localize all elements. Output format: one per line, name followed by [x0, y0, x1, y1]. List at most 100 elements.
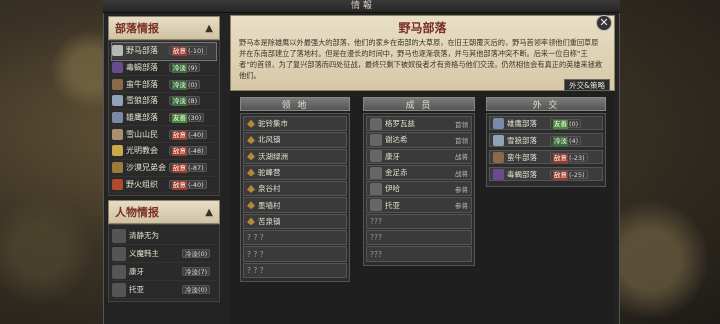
member-role: 战将: [455, 153, 468, 162]
character-list-item[interactable]: 清静无为: [112, 227, 216, 246]
tribe-list-item[interactable]: 野马部落 敌意 (-10): [111, 42, 217, 61]
avatar: [370, 199, 382, 212]
relation-status: 友善: [553, 119, 568, 129]
members-header: 成 员: [363, 97, 475, 111]
tribes-section-header[interactable]: 部落情报 ▲: [108, 16, 220, 40]
avatar: [112, 246, 126, 261]
member-role: 参将: [455, 185, 468, 194]
character-list-item[interactable]: 义魔韩主 冷淡(0): [112, 245, 216, 264]
member-name: ???: [370, 216, 382, 226]
tribe-name: 雪狼部落: [126, 96, 158, 106]
character-list-item[interactable]: 康牙 冷淡(7): [112, 263, 216, 282]
diplomacy-item[interactable]: 雄鹰部落 友善 (0): [489, 116, 603, 130]
territory-item[interactable]: 驼峰营: [243, 164, 347, 181]
character-list: 清静无为 义魔韩主 冷淡(0) 康牙 冷淡(7) 托亚 冷淡(0): [108, 224, 220, 303]
diplomacy-item[interactable]: 蛮牛部落 敌意 (-23): [489, 150, 603, 164]
territory-marker-icon: [247, 152, 255, 161]
member-item[interactable]: 托亚 参将: [366, 197, 472, 213]
chars-section-header[interactable]: 人物情报 ▲: [108, 200, 220, 225]
member-item[interactable]: 金足赤 战将: [366, 164, 472, 181]
relation-status: 冷淡: [172, 97, 187, 107]
member-name: 伊哈: [385, 184, 400, 194]
tribe-list-item[interactable]: 蛮牛部落 冷淡 (0): [112, 76, 216, 94]
tribe-title: 野马部落: [398, 21, 447, 35]
relation-badge: 友善 (0): [550, 118, 582, 129]
territory-item[interactable]: 驼铃集市: [243, 116, 347, 132]
tribe-emblem-icon: [112, 78, 123, 90]
left-panel: 部落情报 ▲ 野马部落 敌意 (-10) 毒蝎部落 冷淡 (9) 蛮牛部落 冷淡 (0) 雪狼部落…: [108, 16, 220, 322]
character-name: 康牙: [129, 267, 144, 277]
tribe-name: 雄鹰部落: [507, 118, 537, 128]
territory-column: 领 地 驼铃集市 北风镇 沃湖绿洲 驼峰营 泉谷村 墨墙村 苦泉镇 ? ? ? ? ? ? ? ?…: [240, 97, 350, 292]
avatar: [370, 182, 382, 195]
close-icon[interactable]: ✕: [596, 15, 612, 31]
member-name: 谢达希: [385, 135, 408, 145]
tribe-emblem-icon: [112, 112, 123, 124]
tribe-name: 雪山山民: [126, 129, 158, 139]
chars-header-label: 人物情报: [115, 206, 159, 220]
tribe-description: 野马本是除雄鹰以外最强大的部落，他们的家乡在南部的大草原，在旧王朝覆灭后的，野马…: [239, 38, 603, 80]
territory-name: 驼峰营: [258, 168, 281, 178]
tribe-emblem-icon: [112, 178, 123, 190]
tribe-list-item[interactable]: 毒蝎部落 冷淡 (9): [112, 60, 216, 77]
diplomacy-item[interactable]: 雪狼部落 冷淡 (4): [489, 133, 603, 147]
tribe-name: 蛮牛部落: [507, 152, 537, 162]
character-name: 义魔韩主: [129, 249, 159, 259]
character-list-item[interactable]: 托亚 冷淡(0): [112, 281, 216, 300]
relation-status: 友善: [172, 114, 187, 124]
tribe-list-item[interactable]: 野火组织 敌意 (-40): [112, 177, 216, 194]
relation-badge: 敌意 (-25): [550, 169, 588, 180]
territory-item[interactable]: 北风镇: [243, 132, 347, 148]
relation-status: 敌意: [172, 164, 187, 174]
member-item[interactable]: 谢达希 首领: [366, 132, 472, 148]
character-name: 托亚: [129, 285, 144, 295]
tribe-list-item[interactable]: 雪狼部落 冷淡 (8): [112, 93, 216, 110]
territory-item[interactable]: ? ? ?: [243, 230, 347, 246]
relation-badge: 冷淡(0): [182, 249, 211, 259]
tribe-emblem-icon: [493, 151, 504, 163]
avatar: [112, 228, 126, 243]
territory-item[interactable]: ? ? ?: [243, 262, 347, 278]
avatar: [370, 117, 382, 130]
member-item[interactable]: 伊哈 参将: [366, 181, 472, 197]
member-item[interactable]: 格罗瓦兹 首领: [366, 116, 472, 132]
tribe-name: 野火组织: [126, 179, 158, 189]
relation-status: 敌意: [172, 130, 187, 140]
territory-marker-icon: [247, 119, 255, 128]
member-role: 战将: [455, 169, 468, 178]
relation-status: 敌意: [553, 170, 568, 180]
territory-item[interactable]: ? ? ?: [243, 246, 347, 262]
tribe-emblem-icon: [112, 62, 123, 74]
tribe-name: 毒蝎部落: [507, 169, 537, 179]
member-role: 首领: [455, 120, 468, 129]
member-role: 首领: [455, 136, 468, 145]
territory-header: 领 地: [240, 97, 350, 111]
chevron-up-icon[interactable]: ▲: [205, 23, 213, 34]
avatar: [370, 150, 382, 163]
tribe-emblem-icon: [112, 45, 123, 57]
territory-item[interactable]: 沃湖绿洲: [243, 148, 347, 164]
tribe-list-item[interactable]: 光明教会 敌意 (-48): [112, 143, 216, 160]
member-name: 金足赤: [385, 168, 408, 178]
diplomacy-item[interactable]: 毒蝎部落 敌意 (-25): [489, 167, 603, 181]
territory-name: ? ? ?: [247, 265, 264, 275]
tribe-list-item[interactable]: 雪山山民 敌意 (-40): [112, 126, 216, 144]
tribe-list-item[interactable]: 雄鹰部落 友善 (30): [112, 110, 216, 127]
tribe-emblem-icon: [112, 95, 123, 107]
territory-name: 苦泉镇: [258, 216, 281, 226]
territory-marker-icon: [247, 217, 255, 226]
relation-badge: 冷淡(0): [169, 79, 201, 90]
chevron-up-icon[interactable]: ▲: [205, 207, 213, 218]
member-item[interactable]: 康牙 战将: [366, 148, 472, 164]
member-item-unknown: ???: [366, 246, 472, 262]
territory-item[interactable]: 墨墙村: [243, 197, 347, 213]
territory-item[interactable]: 苦泉镇: [243, 213, 347, 230]
tribe-emblem-icon: [112, 145, 123, 157]
diplomacy-strategy-button[interactable]: 外交&策略: [564, 79, 610, 91]
tribe-list-item[interactable]: 沙漠兄弟会 敌意 (-87): [112, 160, 216, 177]
detail-panel: 野马部落 野马本是除雄鹰以外最强大的部落，他们的家乡在南部的大草原，在旧王朝覆灭…: [230, 15, 615, 324]
member-item-unknown: ???: [366, 230, 472, 246]
relation-badge: 敌意 (-10): [169, 46, 207, 57]
relation-status: 冷淡: [172, 80, 187, 90]
territory-item[interactable]: 泉谷村: [243, 181, 347, 197]
